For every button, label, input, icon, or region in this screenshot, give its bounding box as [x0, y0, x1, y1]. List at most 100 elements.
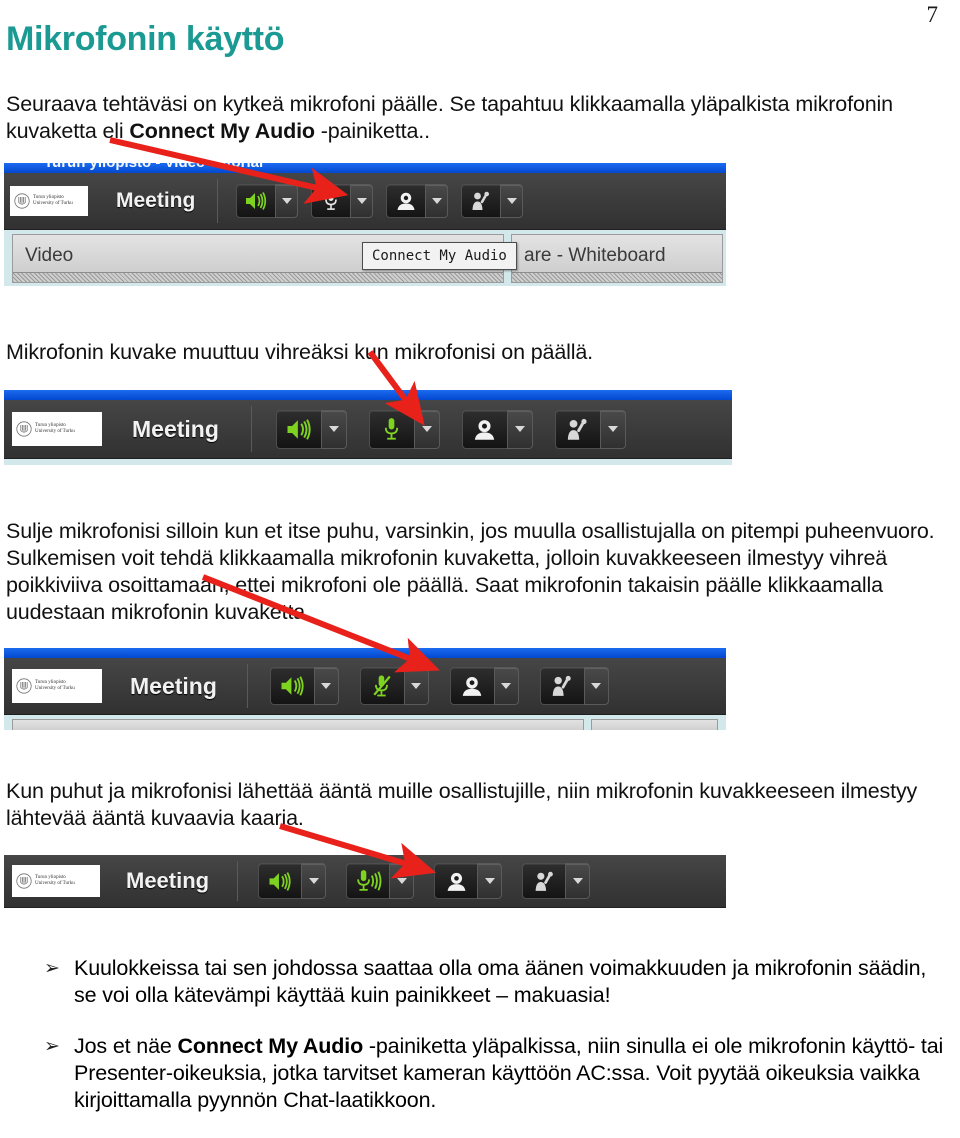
speaker-button[interactable]	[269, 667, 314, 705]
speaker-button-group[interactable]	[269, 667, 339, 705]
raise-hand-dropdown-button[interactable]	[583, 667, 609, 705]
speaker-dropdown-button[interactable]	[313, 667, 339, 705]
window-title-text: Turun yliopisto - Video Tutorial	[44, 163, 263, 171]
chevron-down-icon	[321, 683, 332, 689]
page-number: 7	[926, 2, 939, 27]
meeting-menubar: Turun yliopisto University of Turku Meet…	[4, 173, 726, 230]
microphone-transmitting-icon	[355, 869, 382, 893]
webcam-button[interactable]	[461, 409, 507, 449]
webcam-dropdown-button[interactable]	[493, 667, 519, 705]
video-pod[interactable]	[12, 719, 584, 730]
logo-line-2: University of Turku	[35, 881, 75, 886]
webcam-button-group[interactable]	[461, 409, 533, 449]
speaker-button[interactable]	[258, 863, 302, 899]
video-pod-title: Video	[25, 245, 74, 266]
microphone-dropdown-button[interactable]	[389, 863, 415, 899]
bullet-arrow-icon: ➢	[44, 1036, 60, 1057]
chevron-down-icon	[281, 198, 292, 204]
microphone-on-icon	[382, 417, 401, 442]
speaker-on-icon	[267, 871, 293, 892]
page-title: Mikrofonin käyttö	[6, 20, 285, 58]
raise-hand-button-group[interactable]	[554, 409, 626, 449]
window-titlebar	[4, 648, 726, 658]
speaker-button[interactable]	[236, 184, 276, 218]
webcam-dropdown-button[interactable]	[477, 863, 503, 899]
meeting-menubar: Turun yliopisto University of Turku Meet…	[4, 400, 732, 459]
webcam-button-group[interactable]	[434, 863, 503, 899]
microphone-button[interactable]	[311, 184, 351, 218]
university-logo: Turun yliopisto University of Turku	[10, 186, 88, 216]
chevron-down-icon	[501, 683, 512, 689]
chevron-down-icon	[431, 198, 442, 204]
pod-hatch-strip	[512, 272, 722, 282]
raise-hand-button-group[interactable]	[539, 667, 609, 705]
logo-line-2: University of Turku	[33, 201, 73, 206]
microphone-button-group[interactable]	[368, 409, 440, 449]
logo-line-2: University of Turku	[35, 686, 75, 691]
webcam-icon	[460, 675, 484, 697]
university-crest-icon	[16, 421, 32, 437]
university-logo: Turun yliopisto University of Turku	[12, 412, 102, 446]
speaker-button-group[interactable]	[275, 409, 347, 449]
meeting-menu-label[interactable]: Meeting	[116, 189, 195, 213]
microphone-dropdown-button[interactable]	[403, 667, 429, 705]
university-logo: Turun yliopisto University of Turku	[12, 669, 102, 703]
microphone-button-group[interactable]	[311, 184, 374, 218]
speaker-dropdown-button[interactable]	[320, 409, 347, 449]
microphone-dropdown-button[interactable]	[350, 184, 374, 218]
menubar-divider	[237, 861, 239, 901]
microphone-button[interactable]	[359, 667, 404, 705]
whiteboard-pod[interactable]: are - Whiteboard	[511, 234, 723, 283]
university-crest-icon	[16, 873, 32, 889]
whiteboard-pod[interactable]	[591, 719, 718, 730]
raise-hand-button[interactable]	[522, 863, 566, 899]
raise-hand-button[interactable]	[554, 409, 600, 449]
university-crest-icon	[14, 193, 30, 209]
raise-hand-button[interactable]	[461, 184, 501, 218]
meeting-menu-label[interactable]: Meeting	[130, 673, 217, 700]
webcam-button[interactable]	[449, 667, 494, 705]
webcam-button-group[interactable]	[386, 184, 449, 218]
raise-hand-button-group[interactable]	[522, 863, 591, 899]
speaker-dropdown-button[interactable]	[301, 863, 327, 899]
speaker-button-group[interactable]	[236, 184, 299, 218]
webcam-dropdown-button[interactable]	[425, 184, 449, 218]
microphone-button[interactable]	[346, 863, 390, 899]
microphone-button-group[interactable]	[346, 863, 415, 899]
speaker-dropdown-button[interactable]	[275, 184, 299, 218]
list-item: ➢ Jos et näe Connect My Audio -painikett…	[40, 1033, 945, 1114]
screenshot-toolbar-mic-transmitting: Turun yliopisto University of Turku Meet…	[4, 855, 726, 909]
logo-line-2: University of Turku	[35, 429, 75, 434]
raise-hand-icon	[565, 418, 590, 441]
logo-text-block: Turun yliopisto University of Turku	[35, 680, 75, 692]
speaker-button-group[interactable]	[258, 863, 327, 899]
bullet-list: ➢ Kuulokkeissa tai sen johdossa saattaa …	[40, 955, 945, 1138]
whiteboard-pod-title: are - Whiteboard	[524, 245, 666, 266]
screenshot-toolbar-mic-on: Turun yliopisto University of Turku Meet…	[4, 390, 732, 465]
webcam-button[interactable]	[386, 184, 426, 218]
meeting-menu-label[interactable]: Meeting	[126, 868, 209, 894]
raise-hand-button[interactable]	[539, 667, 584, 705]
intro-paragraph: Seuraava tehtäväsi on kytkeä mikrofoni p…	[6, 91, 932, 145]
logo-text-block: Turun yliopisto University of Turku	[35, 423, 75, 435]
intro-bold-connect-my-audio: Connect My Audio	[129, 119, 315, 143]
intro-text-part2: -painiketta..	[314, 119, 430, 143]
webcam-icon	[395, 191, 417, 211]
microphone-button[interactable]	[368, 409, 414, 449]
raise-hand-dropdown-button[interactable]	[599, 409, 626, 449]
raise-hand-dropdown-button[interactable]	[565, 863, 591, 899]
speaker-button[interactable]	[275, 409, 321, 449]
microphone-button-group[interactable]	[359, 667, 429, 705]
chevron-down-icon	[572, 878, 583, 884]
raise-hand-dropdown-button[interactable]	[500, 184, 524, 218]
screenshot-toolbar-mic-muted: Turun yliopisto University of Turku Meet…	[4, 648, 726, 730]
raise-hand-button-group[interactable]	[461, 184, 524, 218]
meeting-menu-label[interactable]: Meeting	[132, 416, 219, 443]
webcam-icon	[472, 418, 497, 441]
meeting-menubar: Turun yliopisto University of Turku Meet…	[4, 658, 726, 715]
webcam-button-group[interactable]	[449, 667, 519, 705]
raise-hand-icon	[533, 871, 556, 892]
microphone-dropdown-button[interactable]	[413, 409, 440, 449]
webcam-button[interactable]	[434, 863, 478, 899]
webcam-dropdown-button[interactable]	[506, 409, 533, 449]
